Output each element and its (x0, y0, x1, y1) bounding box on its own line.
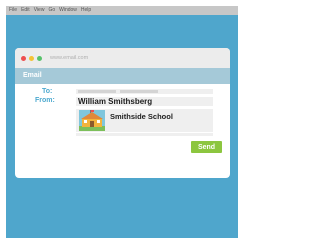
message-line (76, 133, 213, 136)
menu-file[interactable]: File (9, 6, 17, 15)
address-bar[interactable]: www.email.com (50, 55, 88, 61)
email-signature: Smithside School (76, 109, 213, 132)
send-button[interactable]: Send (191, 141, 222, 153)
menu-window[interactable]: Window (59, 6, 77, 15)
to-placeholder-line (120, 90, 158, 93)
menu-go[interactable]: Go (48, 6, 55, 15)
to-placeholder-line (78, 90, 116, 93)
menu-bar: File Edit View Go Window Help (6, 6, 238, 15)
minimize-window-button[interactable] (29, 55, 34, 61)
from-value: William Smithsberg (78, 97, 153, 106)
email-header: Email (15, 68, 230, 84)
to-field[interactable] (76, 89, 213, 94)
menu-view[interactable]: View (34, 6, 45, 15)
window-titlebar: www.email.com (15, 48, 230, 68)
to-label: To: (42, 88, 53, 95)
zoom-window-button[interactable] (37, 55, 42, 61)
desktop-background: File Edit View Go Window Help www.email.… (6, 6, 238, 238)
close-window-button[interactable] (21, 55, 26, 61)
school-logo-icon (79, 110, 105, 131)
email-compose-area: To: From: William Smithsberg Smithside S… (15, 84, 230, 178)
browser-window: www.email.com Email To: From: William Sm… (15, 48, 230, 178)
menu-edit[interactable]: Edit (21, 6, 30, 15)
from-label: From: (35, 97, 55, 104)
signature-school-name: Smithside School (110, 112, 173, 121)
menu-help[interactable]: Help (81, 6, 91, 15)
from-field[interactable]: William Smithsberg (76, 97, 213, 106)
